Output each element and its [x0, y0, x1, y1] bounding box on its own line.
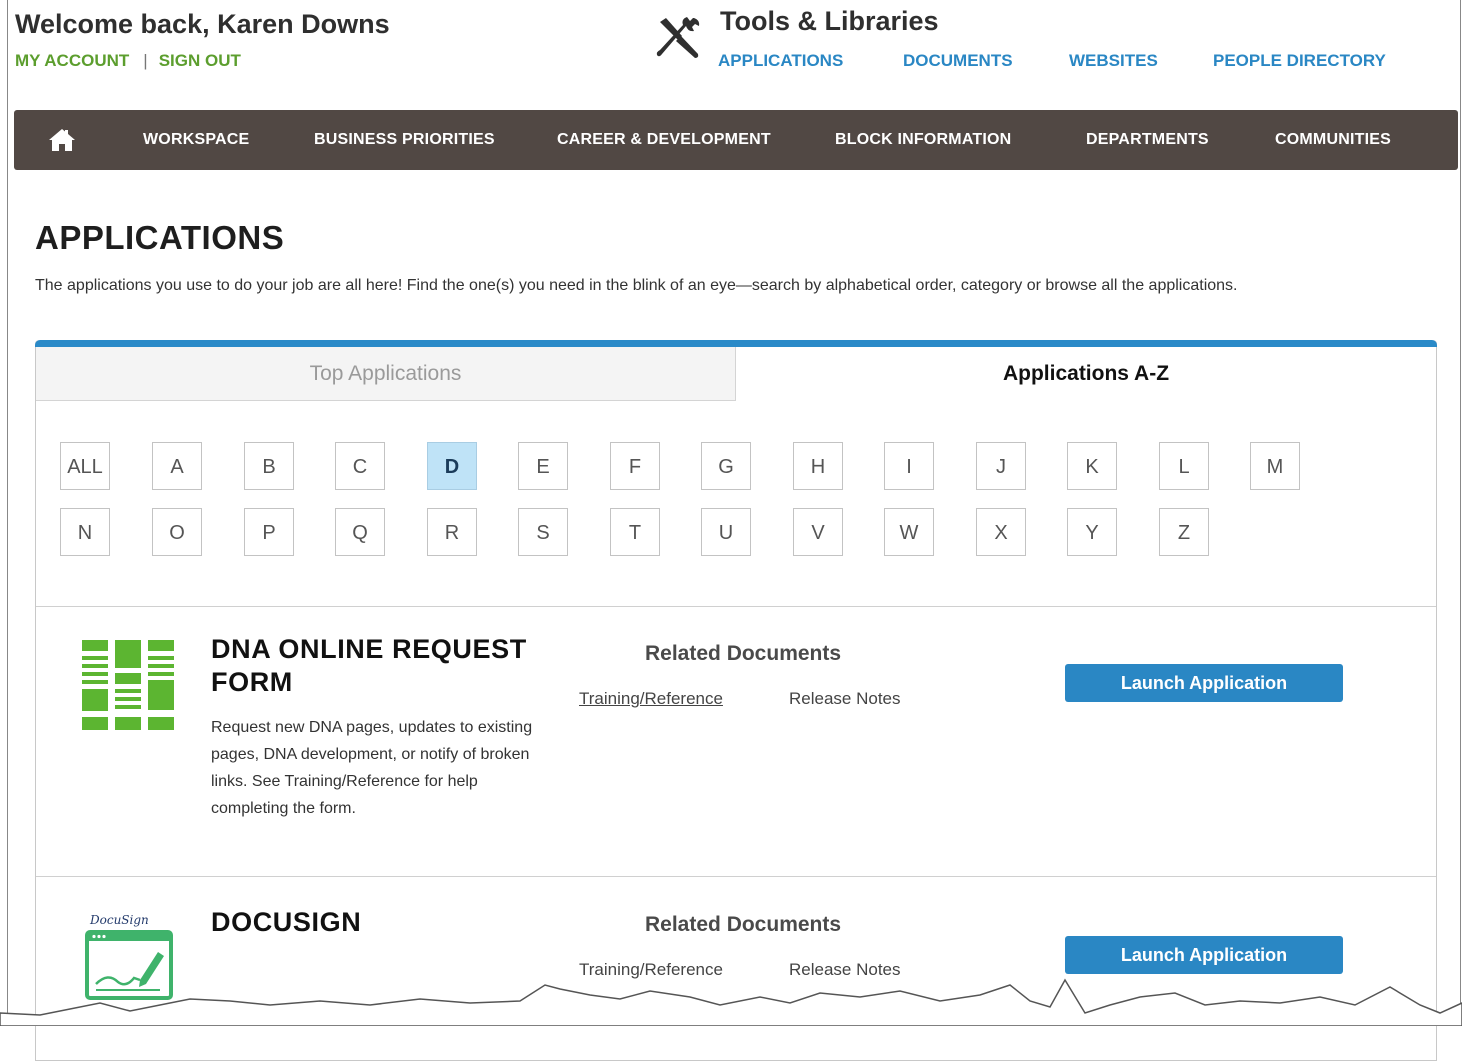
training-reference-link[interactable]: Training/Reference: [579, 689, 723, 709]
nav-item-block-information[interactable]: BLOCK INFORMATION: [835, 131, 1011, 149]
letter-filter-r[interactable]: R: [427, 508, 477, 556]
welcome-message: Welcome back, Karen Downs: [15, 9, 390, 39]
main-navigation: WORKSPACE BUSINESS PRIORITIES CAREER & D…: [14, 110, 1458, 170]
sign-out-link[interactable]: SIGN OUT: [159, 51, 241, 71]
letter-filter-c[interactable]: C: [335, 442, 385, 490]
letter-filter-v[interactable]: V: [793, 508, 843, 556]
app-title-dna-online-request-form: DNA ONLINE REQUEST FORM: [211, 633, 527, 699]
tools-link-people-directory[interactable]: PEOPLE DIRECTORY: [1213, 51, 1386, 71]
letter-filter-j[interactable]: J: [976, 442, 1026, 490]
panel-accent-bar: [35, 340, 1437, 347]
launch-application-button[interactable]: Launch Application: [1065, 664, 1343, 702]
letter-filter-all[interactable]: ALL: [60, 442, 110, 490]
related-documents-title: Related Documents: [645, 642, 842, 665]
letter-filter-x[interactable]: X: [976, 508, 1026, 556]
nav-item-workspace[interactable]: WORKSPACE: [143, 131, 249, 149]
related-documents-title: Related Documents: [645, 913, 842, 936]
app-title-docusign: DOCUSIGN: [211, 907, 362, 937]
window-border-left: [7, 0, 8, 1026]
window-border-right: [1460, 0, 1461, 1026]
letter-filter-p[interactable]: P: [244, 508, 294, 556]
release-notes-link[interactable]: Release Notes: [789, 689, 901, 709]
letter-filter-l[interactable]: L: [1159, 442, 1209, 490]
nav-item-departments[interactable]: DEPARTMENTS: [1086, 131, 1209, 149]
tools-link-websites[interactable]: WEBSITES: [1069, 51, 1158, 71]
letter-filter-m[interactable]: M: [1250, 442, 1300, 490]
account-links: MY ACCOUNT | SIGN OUT: [15, 51, 241, 71]
letter-filter-w[interactable]: W: [884, 508, 934, 556]
launch-application-button[interactable]: Launch Application: [1065, 936, 1343, 974]
app-description-dna-form: Request new DNA pages, updates to existi…: [211, 719, 533, 817]
letter-filter-e[interactable]: E: [518, 442, 568, 490]
letter-filter-k[interactable]: K: [1067, 442, 1117, 490]
tab-top-applications[interactable]: Top Applications: [36, 347, 736, 401]
letter-filter-y[interactable]: Y: [1067, 508, 1117, 556]
nav-item-career-development[interactable]: CAREER & DEVELOPMENT: [557, 131, 771, 149]
letter-filter-f[interactable]: F: [610, 442, 660, 490]
nav-item-communities[interactable]: COMMUNITIES: [1275, 131, 1391, 149]
tools-icon: [656, 17, 700, 58]
page-intro: The applications you use to do your job …: [35, 277, 1238, 294]
tab-applications-a-z[interactable]: Applications A-Z: [736, 347, 1436, 401]
letter-filter-g[interactable]: G: [701, 442, 751, 490]
letter-filter-o[interactable]: O: [152, 508, 202, 556]
applications-panel: Top Applications Applications A-Z ALL A …: [35, 340, 1437, 1061]
dna-form-app-icon: [82, 640, 174, 730]
letter-filter-i[interactable]: I: [884, 442, 934, 490]
letter-filter-t[interactable]: T: [610, 508, 660, 556]
tools-link-documents[interactable]: DOCUMENTS: [903, 51, 1013, 71]
my-account-link[interactable]: MY ACCOUNT: [15, 51, 129, 71]
section-divider: [36, 606, 1436, 607]
letter-filter-n[interactable]: N: [60, 508, 110, 556]
letter-filter-u[interactable]: U: [701, 508, 751, 556]
tools-libraries-title: Tools & Libraries: [720, 6, 939, 36]
tools-link-applications[interactable]: APPLICATIONS: [718, 51, 843, 71]
docusign-logo-text: DocuSign: [89, 913, 149, 927]
letter-filter-q[interactable]: Q: [335, 508, 385, 556]
letter-filter-s[interactable]: S: [518, 508, 568, 556]
letter-filter-d[interactable]: D: [427, 442, 477, 490]
letter-filter-b[interactable]: B: [244, 442, 294, 490]
nav-item-business-priorities[interactable]: BUSINESS PRIORITIES: [314, 131, 495, 149]
letter-filter-h[interactable]: H: [793, 442, 843, 490]
torn-edge-decoration: [0, 978, 1462, 1026]
app-title-line: FORM: [211, 667, 293, 697]
letter-filter-a[interactable]: A: [152, 442, 202, 490]
app-title-line: DNA ONLINE REQUEST: [211, 634, 527, 664]
account-separator: |: [143, 51, 148, 70]
page-title: APPLICATIONS: [35, 219, 285, 256]
section-divider: [36, 876, 1436, 877]
home-icon[interactable]: [48, 128, 76, 152]
letter-filter-z[interactable]: Z: [1159, 508, 1209, 556]
